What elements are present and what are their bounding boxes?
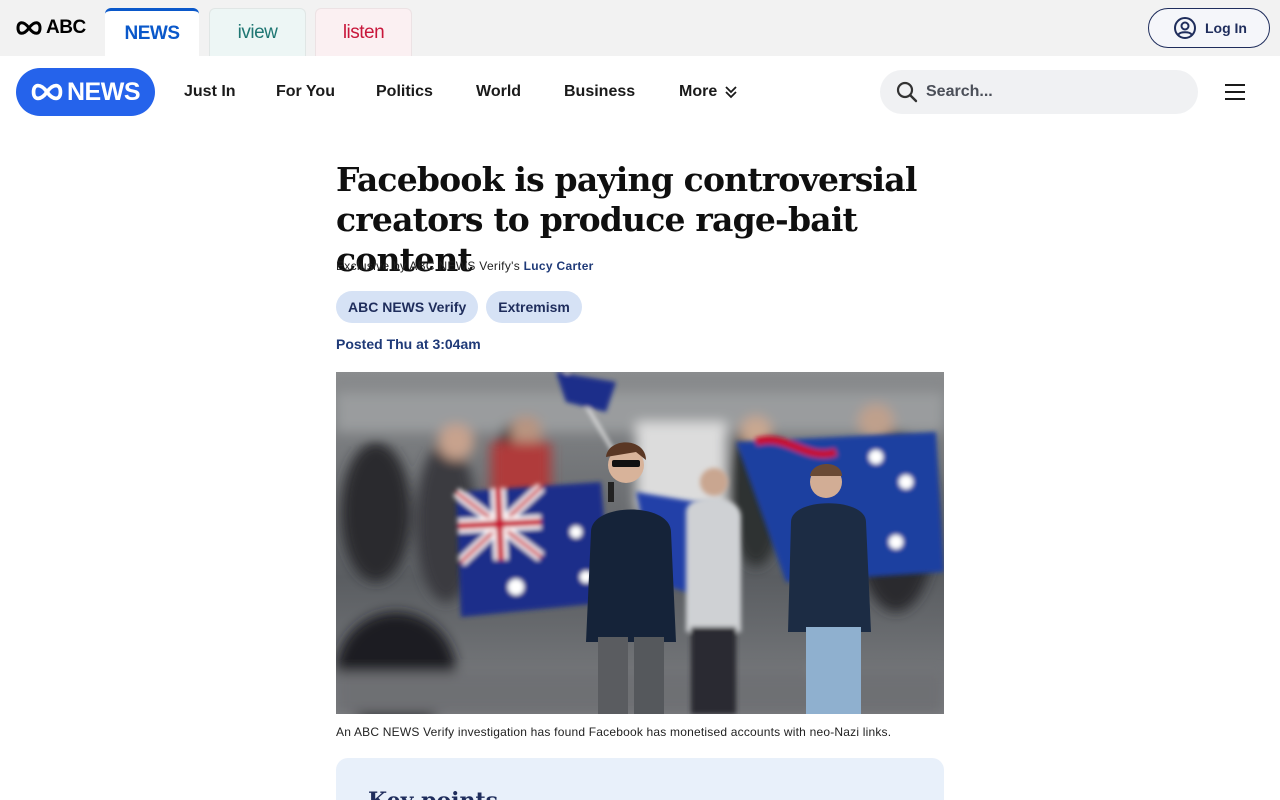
- tab-listen[interactable]: listen: [315, 8, 412, 56]
- hero-caption: An ABC NEWS Verify investigation has fou…: [336, 725, 892, 739]
- login-button[interactable]: Log In: [1148, 8, 1270, 48]
- nav-just-in[interactable]: Just In: [184, 80, 236, 104]
- topic-tags: ABC NEWS Verify Extremism: [336, 291, 582, 323]
- menu-button[interactable]: [1222, 80, 1248, 104]
- rally-photo: [336, 372, 944, 714]
- network-bar: ABC NEWS iview listen Log In: [0, 0, 1280, 56]
- abc-lissajous-icon: [31, 83, 63, 101]
- nav-business[interactable]: Business: [564, 80, 635, 104]
- tab-iview-label: iview: [237, 21, 278, 43]
- posted-time: Posted Thu at 3:04am: [336, 336, 481, 352]
- menu-icon-bar: [1225, 98, 1245, 100]
- chevron-double-down-icon: [725, 86, 737, 99]
- byline-prefix: Exclusive by ABC NEWS Verify's: [336, 259, 524, 273]
- abc-logo[interactable]: ABC: [16, 17, 86, 39]
- login-label: Log In: [1205, 20, 1247, 36]
- user-icon: [1174, 17, 1196, 39]
- menu-icon-bar: [1225, 91, 1245, 93]
- nav-politics[interactable]: Politics: [376, 80, 433, 104]
- main-nav: NEWS Just In For You Politics World Busi…: [0, 56, 1280, 128]
- tag-abc-news-verify[interactable]: ABC NEWS Verify: [336, 291, 479, 323]
- tag-extremism[interactable]: Extremism: [486, 291, 582, 323]
- nav-world[interactable]: World: [476, 80, 521, 104]
- author-link[interactable]: Lucy Carter: [524, 259, 594, 273]
- nav-more-label: More: [679, 83, 718, 100]
- nav-more[interactable]: More: [679, 80, 737, 104]
- tab-news[interactable]: NEWS: [105, 8, 199, 56]
- byline: Exclusive by ABC NEWS Verify's Lucy Cart…: [336, 259, 594, 273]
- article: Facebook is paying controversial creator…: [336, 160, 944, 800]
- abc-logo-text: ABC: [46, 17, 86, 38]
- nav-for-you[interactable]: For You: [276, 80, 335, 104]
- key-points-title: Key points: [368, 788, 912, 800]
- abc-lissajous-icon: [16, 21, 42, 35]
- tab-listen-label: listen: [342, 21, 385, 43]
- search-box[interactable]: [880, 70, 1198, 114]
- search-input[interactable]: [926, 83, 1176, 101]
- menu-icon-bar: [1225, 84, 1245, 86]
- tab-news-label: NEWS: [124, 22, 181, 44]
- news-logo-text: NEWS: [67, 77, 141, 106]
- tab-iview[interactable]: iview: [209, 8, 306, 56]
- key-points-box: Key points: [336, 758, 944, 800]
- hero-image: [336, 372, 944, 714]
- abc-news-logo[interactable]: NEWS: [16, 68, 155, 116]
- search-icon: [896, 81, 918, 103]
